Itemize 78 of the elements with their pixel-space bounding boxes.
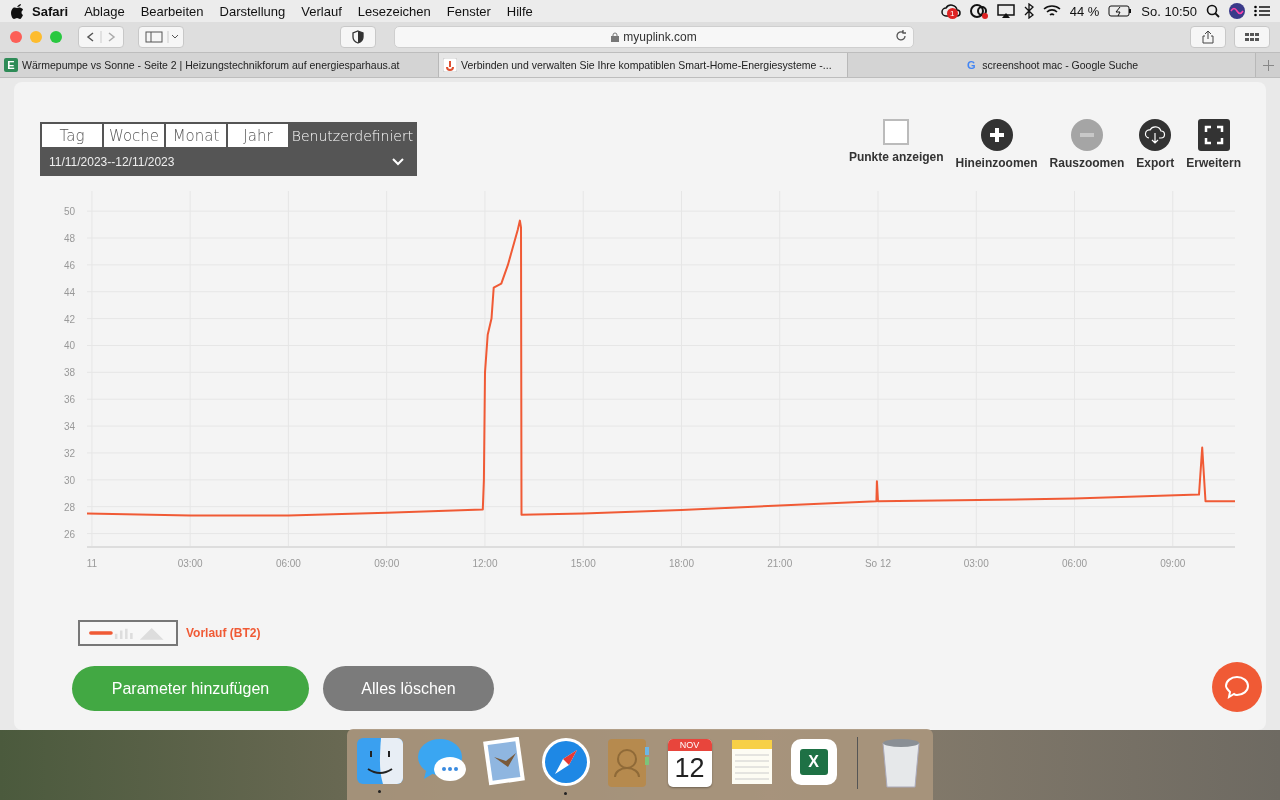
y-tick-label: 30 [63, 474, 75, 486]
siri-icon[interactable] [1229, 3, 1245, 19]
y-tick-label: 26 [63, 528, 75, 540]
compass-icon[interactable] [540, 737, 591, 787]
menu-item[interactable]: Ablage [76, 3, 133, 19]
period-tab[interactable]: Tag [41, 123, 103, 148]
x-tick-label: 06:00 [275, 558, 301, 569]
x-tick-label: 06:00 [1062, 558, 1087, 569]
menu-item[interactable]: Verlauf [293, 3, 350, 19]
bluetooth-icon[interactable] [1023, 3, 1034, 19]
clear-all-button[interactable]: Alles löschen [323, 666, 494, 711]
y-tick-label: 36 [63, 394, 75, 406]
action-label[interactable]: Punkte anzeigen [848, 150, 944, 164]
y-tick-label: 38 [63, 367, 75, 379]
apple-icon[interactable] [10, 3, 24, 19]
chevron-down-icon[interactable] [392, 157, 404, 166]
reload-icon[interactable] [895, 30, 907, 42]
x-tick-label: 12:00 [472, 558, 498, 569]
y-tick-label: 40 [63, 340, 75, 352]
menu-item[interactable]: Hilfe [498, 3, 541, 19]
browser-tab[interactable]: Verbinden und verwalten Sie Ihre kompatiblen Smart-Home-Energiesysteme -... [439, 53, 848, 77]
x-tick-label: 21:00 [767, 558, 793, 569]
y-tick-label: 32 [63, 447, 75, 459]
favicon: G [966, 58, 977, 72]
x-tick-label: 11 [86, 558, 98, 569]
site-logo-icon [443, 58, 457, 72]
period-tab[interactable]: Jahr [227, 123, 289, 148]
search-icon[interactable] [1206, 4, 1220, 18]
period-tab[interactable]: Woche [103, 123, 165, 148]
legend-chart-type-icon[interactable] [78, 620, 178, 646]
lock-icon [611, 32, 620, 42]
action-label[interactable]: Export [1136, 156, 1175, 170]
browser-tab[interactable]: G screenshoot mac - Google Suche [847, 53, 1256, 77]
action-label[interactable]: Erweitern [1186, 156, 1241, 170]
browser-tab[interactable]: E Wärmepumpe vs Sonne - Seite 2 | Heizungstechnikforum auf energiesparhaus.at [0, 53, 439, 77]
x-tick-label: 15:00 [570, 558, 596, 569]
x-tick-label: 18:00 [668, 558, 694, 569]
y-tick-label: 50 [63, 206, 75, 218]
y-tick-label: 46 [63, 259, 75, 271]
date-range[interactable]: 11/11/2023--12/11/2023 [49, 154, 175, 169]
tab-overview-button[interactable] [1234, 26, 1270, 48]
address-bar[interactable]: myuplink.com [394, 26, 914, 48]
y-tick-label: 28 [63, 501, 75, 513]
menu-item[interactable]: Fenster [438, 3, 499, 19]
cloud-badge-icon[interactable]: 1 [940, 3, 961, 19]
airplay-icon[interactable] [996, 4, 1015, 18]
x-tick-label: 09:00 [374, 558, 400, 569]
x-tick-label: 03:00 [963, 558, 989, 569]
y-tick-label: 48 [63, 233, 75, 244]
privacy-shield-button[interactable] [340, 26, 376, 48]
menu-icon[interactable] [1254, 5, 1270, 17]
menu-item[interactable]: Bearbeiten [132, 3, 212, 19]
battery-charging-icon[interactable] [1108, 5, 1133, 17]
menu-clock[interactable]: So. 10:50 [1141, 3, 1197, 19]
action-label[interactable]: Hineinzoomen [955, 156, 1038, 170]
period-tab[interactable]: Monat [165, 123, 227, 148]
menu-item[interactable]: Darstellung [211, 3, 294, 19]
shield-icon [352, 30, 364, 44]
x-tick-label: 09:00 [1160, 558, 1186, 569]
app-menu[interactable]: Safari [24, 3, 77, 19]
grid-icon [1245, 33, 1259, 41]
x-tick-label: 03:00 [177, 558, 203, 569]
speech-bubble-icon [1224, 675, 1250, 699]
calendar-icon[interactable]: NOV 12 [667, 739, 712, 787]
y-tick-label: 44 [63, 286, 75, 298]
y-tick-label: 42 [63, 313, 75, 325]
excel-icon[interactable]: X [790, 739, 837, 785]
chat-button[interactable] [1212, 662, 1262, 712]
finder-face-icon[interactable] [355, 737, 404, 785]
checkbox[interactable] [883, 119, 910, 145]
menu-item[interactable]: Lesezeichen [349, 3, 439, 19]
battery-percentage: 44 % [1069, 3, 1100, 19]
x-tick-label: So 12 [864, 558, 892, 569]
wifi-icon[interactable] [1042, 4, 1061, 18]
share-icon [1202, 30, 1214, 44]
favicon: E [4, 58, 18, 72]
y-tick-label: 34 [63, 421, 75, 433]
rings-icon[interactable] [969, 3, 988, 19]
